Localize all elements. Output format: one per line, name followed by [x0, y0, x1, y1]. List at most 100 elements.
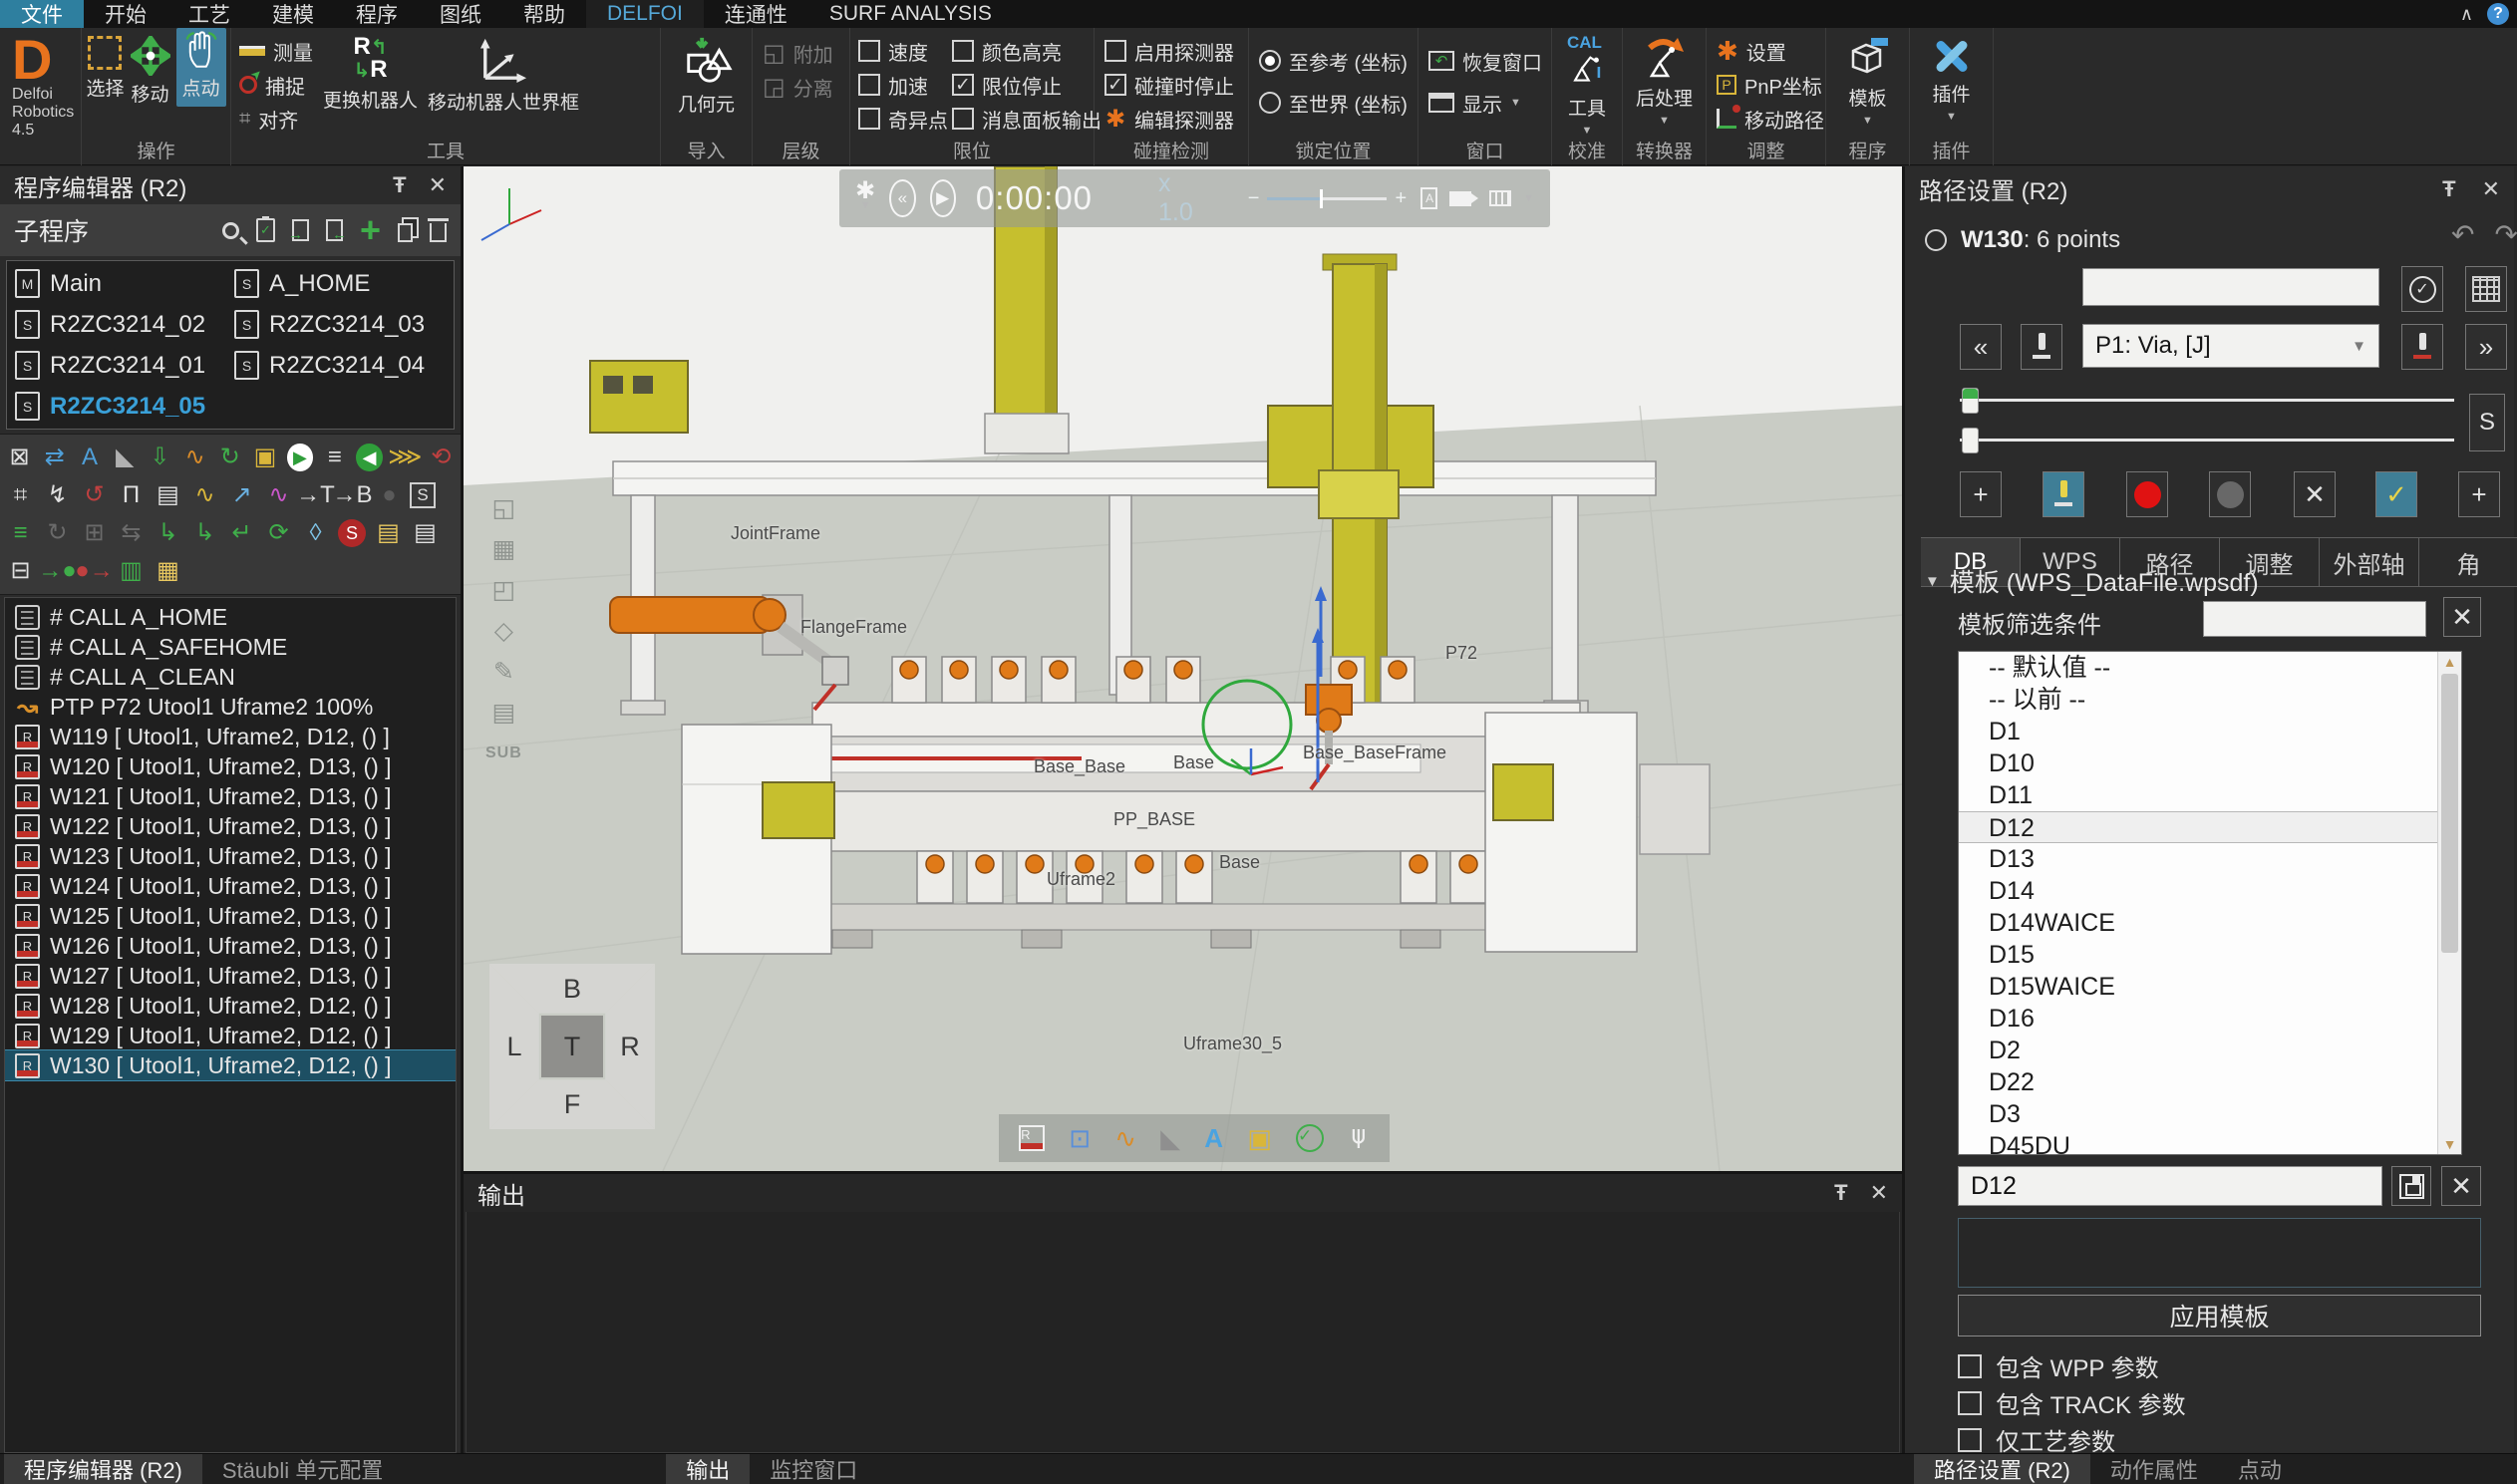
- menu-item[interactable]: SURF ANALYSIS: [808, 0, 1013, 28]
- s-toggle-button[interactable]: S: [2469, 394, 2505, 451]
- statement-tool-icon[interactable]: ∿: [188, 479, 221, 511]
- statement-tool-icon[interactable]: ⟳: [262, 517, 295, 549]
- template-list-item[interactable]: D2: [1959, 1035, 2461, 1066]
- statement-tool-icon[interactable]: ▥: [115, 555, 148, 587]
- statement-row[interactable]: # CALL A_HOME: [5, 602, 456, 632]
- add-point-before-button[interactable]: +: [1960, 471, 2002, 517]
- template-list-item[interactable]: -- 以前 --: [1959, 684, 2461, 716]
- template-list-item[interactable]: -- 默认值 --: [1959, 652, 2461, 684]
- confirm-point-button[interactable]: ✓: [2401, 266, 2443, 312]
- statement-tool-icon[interactable]: ↳: [188, 517, 221, 549]
- view-mode-icon[interactable]: ◰: [492, 577, 516, 603]
- statement-tool-icon[interactable]: ≡: [4, 517, 37, 549]
- subprogram-item[interactable]: S R2ZC3214_03: [230, 308, 450, 341]
- rewind-button[interactable]: «: [889, 179, 915, 217]
- measure-button[interactable]: 测量: [239, 34, 313, 68]
- clear-filter-button[interactable]: ✕: [2443, 597, 2481, 637]
- collision-option[interactable]: 碰撞时停止: [1104, 68, 1248, 102]
- statement-row[interactable]: PTP P72 Utool1 Uframe2 100%: [5, 692, 456, 722]
- dock-tab[interactable]: 路径设置 (R2): [1914, 1454, 2090, 1484]
- point-name-input[interactable]: [2082, 268, 2379, 306]
- statement-tool-icon[interactable]: →B: [336, 479, 369, 511]
- menu-item[interactable]: 连通性: [704, 0, 808, 28]
- subprogram-item[interactable]: S R2ZC3214_04: [230, 349, 450, 382]
- statement-row[interactable]: W122 [ Utool1, Uframe2, D13, () ]: [5, 811, 456, 841]
- path-range-slider[interactable]: [1960, 428, 2454, 453]
- torch-to-point-button[interactable]: [2021, 324, 2062, 370]
- weld-tool-icon[interactable]: R: [1019, 1125, 1045, 1151]
- cube-face-top[interactable]: T: [541, 1016, 603, 1077]
- player-settings-button[interactable]: ✱▼: [855, 184, 875, 212]
- template-description-box[interactable]: [1958, 1218, 2481, 1288]
- template-list-item[interactable]: D14: [1959, 875, 2461, 907]
- statement-tool-icon[interactable]: ⟲: [426, 442, 457, 473]
- template-button[interactable]: 模板 ▼: [1826, 28, 1909, 127]
- redo-icon[interactable]: ↷: [2494, 218, 2517, 251]
- dock-tab[interactable]: 点动: [2218, 1454, 2302, 1484]
- points-icon[interactable]: ∿: [1114, 1123, 1136, 1153]
- statement-tool-icon[interactable]: ⊠: [4, 442, 35, 473]
- collision-option[interactable]: 启用探测器: [1104, 34, 1248, 68]
- lock-radio[interactable]: 至参考 (坐标): [1259, 40, 1417, 82]
- move-world-frame-button[interactable]: 移动机器人世界框: [428, 28, 579, 136]
- robot-reach-icon[interactable]: ⋔: [1348, 1123, 1370, 1153]
- close-icon[interactable]: ✕: [2482, 176, 2500, 202]
- slider-thumb[interactable]: [1962, 388, 1979, 414]
- copy-program-icon[interactable]: [398, 223, 413, 242]
- geometry-button[interactable]: 几何元: [661, 28, 752, 117]
- path-position-slider[interactable]: [1960, 388, 2454, 414]
- template-list-item[interactable]: D3: [1959, 1098, 2461, 1130]
- template-option-checkbox[interactable]: 包含 WPP 参数: [1958, 1348, 2159, 1383]
- slider-thumb[interactable]: [1962, 428, 1979, 453]
- statement-tool-icon[interactable]: ∿: [179, 442, 210, 473]
- close-icon[interactable]: ✕: [429, 172, 447, 198]
- save-template-button[interactable]: [2391, 1166, 2431, 1206]
- clipboard-icon[interactable]: [256, 218, 275, 242]
- statement-tool-icon[interactable]: ↵: [225, 517, 258, 549]
- dock-tab[interactable]: 监控窗口: [750, 1454, 877, 1484]
- align-button[interactable]: ⌗对齐: [239, 102, 313, 136]
- pin-icon[interactable]: Ŧ: [393, 172, 406, 198]
- statement-tool-icon[interactable]: ▤: [152, 479, 184, 511]
- statement-tool-icon[interactable]: ↺: [78, 479, 111, 511]
- menu-item[interactable]: DELFOI: [586, 0, 704, 28]
- record-point-button[interactable]: [2126, 471, 2168, 517]
- statement-row[interactable]: W124 [ Utool1, Uframe2, D13, () ]: [5, 871, 456, 901]
- scroll-thumb[interactable]: [2441, 674, 2458, 953]
- dock-tab[interactable]: 输出: [666, 1454, 750, 1484]
- template-section-header[interactable]: ▼ 模板 (WPS_DataFile.wpsdf): [1925, 563, 2259, 599]
- statement-tool-icon[interactable]: ▶: [287, 444, 313, 471]
- annotation-a-icon[interactable]: A: [1204, 1123, 1223, 1153]
- statement-row[interactable]: W128 [ Utool1, Uframe2, D12, () ]: [5, 991, 456, 1021]
- template-list-item[interactable]: D12: [1959, 811, 2461, 843]
- subprogram-item[interactable]: S R2ZC3214_01: [11, 349, 230, 382]
- delete-program-icon[interactable]: [430, 223, 447, 242]
- limit-checkbox[interactable]: 限位停止: [952, 68, 1101, 102]
- move-torch-button[interactable]: [2043, 471, 2084, 517]
- subprogram-item[interactable]: S R2ZC3214_02: [11, 308, 230, 341]
- search-icon[interactable]: [222, 222, 239, 239]
- statement-row[interactable]: W119 [ Utool1, Uframe2, D12, () ]: [5, 722, 456, 751]
- statement-tool-icon[interactable]: ↻: [214, 442, 245, 473]
- last-point-button[interactable]: »: [2465, 324, 2507, 370]
- fit-view-icon[interactable]: ◱: [492, 495, 516, 521]
- limit-checkbox[interactable]: 消息面板输出: [952, 102, 1101, 136]
- select-button[interactable]: 选择: [86, 28, 124, 107]
- dock-tab[interactable]: 程序编辑器 (R2): [4, 1454, 202, 1484]
- curve-icon[interactable]: ◣: [1160, 1123, 1180, 1153]
- help-icon[interactable]: ?: [2487, 3, 2509, 25]
- video-record-icon[interactable]: [1449, 191, 1471, 206]
- statement-tool-icon[interactable]: ⇆: [115, 517, 148, 549]
- statement-tool-icon[interactable]: ⇩: [145, 442, 175, 473]
- statement-tool-icon[interactable]: →T: [299, 479, 332, 511]
- import-program-icon[interactable]: [292, 219, 309, 241]
- statement-row[interactable]: # CALL A_CLEAN: [5, 662, 456, 692]
- pnp-coords-button[interactable]: PPnP坐标: [1717, 68, 1825, 102]
- record-disabled-button[interactable]: [2209, 471, 2251, 517]
- template-option-checkbox[interactable]: 仅工艺参数: [1958, 1422, 2115, 1457]
- template-option-checkbox[interactable]: 包含 TRACK 参数: [1958, 1385, 2186, 1420]
- sub-mode-label[interactable]: SUB: [485, 741, 522, 766]
- scroll-down-icon[interactable]: ▼: [2438, 1136, 2461, 1152]
- statement-row[interactable]: W126 [ Utool1, Uframe2, D13, () ]: [5, 931, 456, 961]
- statement-tool-icon[interactable]: ⊟: [4, 555, 37, 587]
